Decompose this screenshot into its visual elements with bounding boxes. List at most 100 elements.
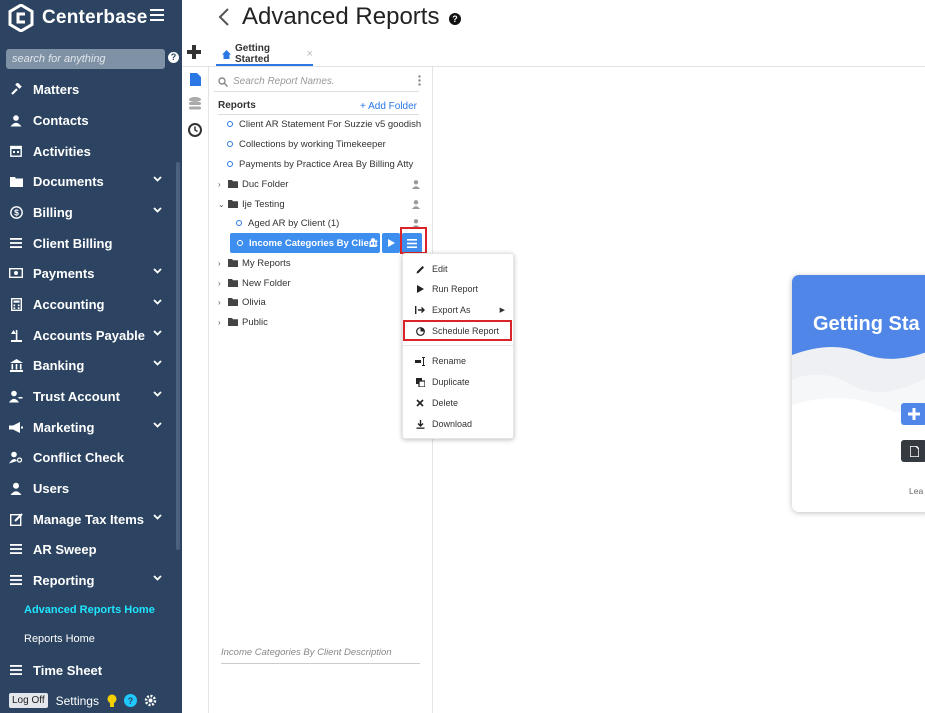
sidebar-item-payments[interactable]: Payments	[0, 258, 176, 288]
report-item[interactable]: Collections by working Timekeeper	[227, 134, 386, 154]
sidebar-item-accounting[interactable]: Accounting	[0, 289, 176, 319]
menu-item-delete[interactable]: Delete	[403, 393, 515, 413]
sidebar-item-manage-tax-items[interactable]: Manage Tax Items	[0, 504, 176, 534]
report-bullet-icon	[237, 240, 243, 246]
chevron-down-icon[interactable]	[153, 391, 162, 397]
folder-item[interactable]: › New Folder	[218, 273, 291, 293]
lightbulb-icon[interactable]	[107, 694, 117, 708]
folder-item[interactable]: ⌄ Ije Testing	[218, 194, 285, 214]
folder-item[interactable]: › My Reports	[218, 253, 291, 273]
report-item[interactable]: Payments by Practice Area By Billing Att…	[227, 154, 413, 174]
menu-lines-icon	[407, 238, 417, 248]
run-report-button[interactable]	[382, 233, 400, 253]
chevron-down-icon[interactable]	[153, 422, 162, 428]
caret-right-icon[interactable]: ›	[218, 318, 225, 327]
chevron-down-icon[interactable]	[153, 575, 162, 581]
add-tab-plus-icon[interactable]	[187, 45, 201, 59]
menu-item-export-as[interactable]: Export As ▶	[403, 300, 515, 320]
sidebar-item-conflict-check[interactable]: Conflict Check	[0, 442, 176, 472]
report-item[interactable]: Aged AR by Client (1)	[236, 213, 339, 233]
owner-person-icon	[412, 200, 420, 209]
sidebar-item-trust-account[interactable]: Trust Account	[0, 381, 176, 411]
sidebar-item-activities[interactable]: Activities	[0, 136, 176, 166]
chevron-down-icon[interactable]	[153, 330, 162, 336]
folder-item[interactable]: › Duc Folder	[218, 174, 288, 194]
sidebar-item-label: Documents	[33, 173, 104, 189]
sidebar-item-users[interactable]: Users	[0, 473, 176, 503]
brand-logo[interactable]: Centerbase	[8, 3, 178, 33]
logoff-button[interactable]: Log Off	[9, 693, 48, 708]
sidebar-item-label: Marketing	[33, 419, 95, 435]
selected-report-row[interactable]: Income Categories By Client	[230, 233, 380, 253]
menu-item-download[interactable]: Download	[403, 414, 515, 434]
menu-item-schedule-report[interactable]: Schedule Report	[403, 321, 515, 341]
sidebar-item-contacts[interactable]: Contacts	[0, 105, 176, 135]
help-icon[interactable]: ?	[123, 694, 137, 707]
sidebar-item-billing[interactable]: $ Billing	[0, 197, 176, 227]
caret-right-icon[interactable]: ›	[218, 279, 225, 288]
database-icon[interactable]	[189, 97, 201, 111]
sidebar-item-label: Contacts	[33, 112, 89, 128]
folder-label: Ije Testing	[242, 198, 285, 210]
back-chevron-icon[interactable]	[218, 8, 230, 26]
tab-getting-started[interactable]: Getting Started ×	[216, 43, 313, 66]
hamburger-icon[interactable]	[150, 9, 164, 21]
sidebar-item-matters[interactable]: Matters	[0, 74, 176, 104]
chevron-down-icon[interactable]	[153, 207, 162, 213]
sidebar-item-documents[interactable]: Documents	[0, 166, 176, 196]
menu-item-rename[interactable]: Rename	[403, 351, 515, 371]
card-learn-link[interactable]: Lea	[909, 486, 923, 496]
report-menu-button[interactable]	[402, 233, 422, 253]
megaphone-icon	[9, 420, 23, 434]
calculator-icon	[9, 297, 23, 311]
sidebar-item-accounts-payable[interactable]: Accounts Payable	[0, 320, 176, 350]
global-search-input[interactable]	[6, 49, 165, 69]
chevron-down-icon[interactable]	[153, 514, 162, 520]
settings-link[interactable]: Settings	[56, 694, 99, 708]
sidebar-item-banking[interactable]: Banking	[0, 350, 176, 380]
gear-icon[interactable]	[144, 694, 157, 707]
folder-node: › Duc Folder	[218, 179, 288, 190]
chevron-down-icon[interactable]	[153, 360, 162, 366]
tab-label: Getting Started	[235, 43, 270, 65]
folder-item[interactable]: › Olivia	[218, 292, 266, 312]
chevron-down-icon[interactable]	[153, 268, 162, 274]
brand-name: Centerbase	[42, 7, 148, 28]
history-clock-icon[interactable]	[188, 123, 202, 137]
report-description-field[interactable]: Income Categories By Client Description	[221, 647, 420, 664]
more-options-icon[interactable]	[418, 75, 421, 86]
search-icon	[218, 76, 228, 87]
card-document-button[interactable]	[901, 440, 925, 462]
caret-right-icon[interactable]: ›	[218, 259, 225, 268]
caret-right-icon[interactable]: ›	[218, 180, 225, 189]
chevron-down-icon[interactable]	[153, 299, 162, 305]
chevron-down-icon[interactable]	[153, 176, 162, 182]
caret-right-icon[interactable]: ›	[218, 298, 225, 307]
sidebar-item-marketing[interactable]: Marketing	[0, 412, 176, 442]
menu-item-run-report[interactable]: Run Report	[403, 279, 515, 299]
pie-clock-icon	[413, 326, 427, 336]
sidebar-item-ar-sweep[interactable]: AR Sweep	[0, 534, 176, 564]
menu-item-label: Edit	[432, 264, 448, 274]
card-add-button[interactable]	[901, 403, 925, 425]
menu-item-edit[interactable]: Edit	[403, 259, 515, 279]
folder-item[interactable]: › Public	[218, 312, 268, 332]
sidebar-item-time-sheet[interactable]: Time Sheet	[0, 655, 176, 685]
page-help-icon[interactable]: ?	[449, 13, 461, 25]
caret-down-icon[interactable]: ⌄	[218, 200, 225, 209]
search-help-icon[interactable]: ?	[168, 52, 179, 63]
report-search-input[interactable]	[233, 76, 403, 87]
owner-person-icon	[412, 219, 420, 228]
sidebar-subitem-reports-home[interactable]: Reports Home	[24, 629, 95, 649]
reports-file-icon[interactable]	[190, 73, 201, 86]
sidebar-item-client-billing[interactable]: Client Billing	[0, 228, 176, 258]
sidebar-subitem-advanced-reports-home[interactable]: Advanced Reports Home	[24, 600, 155, 620]
menu-item-duplicate[interactable]: Duplicate	[403, 372, 515, 392]
sidebar-scrollbar[interactable]	[176, 162, 180, 550]
sidebar-item-label: AR Sweep	[33, 541, 97, 557]
tab-close-icon[interactable]: ×	[307, 48, 313, 60]
add-folder-link[interactable]: + Add Folder	[360, 101, 417, 112]
report-item[interactable]: Client AR Statement For Suzzie v5 goodis…	[227, 114, 421, 134]
report-label: Aged AR by Client (1)	[248, 217, 340, 229]
sidebar-item-reporting[interactable]: Reporting	[0, 565, 176, 595]
